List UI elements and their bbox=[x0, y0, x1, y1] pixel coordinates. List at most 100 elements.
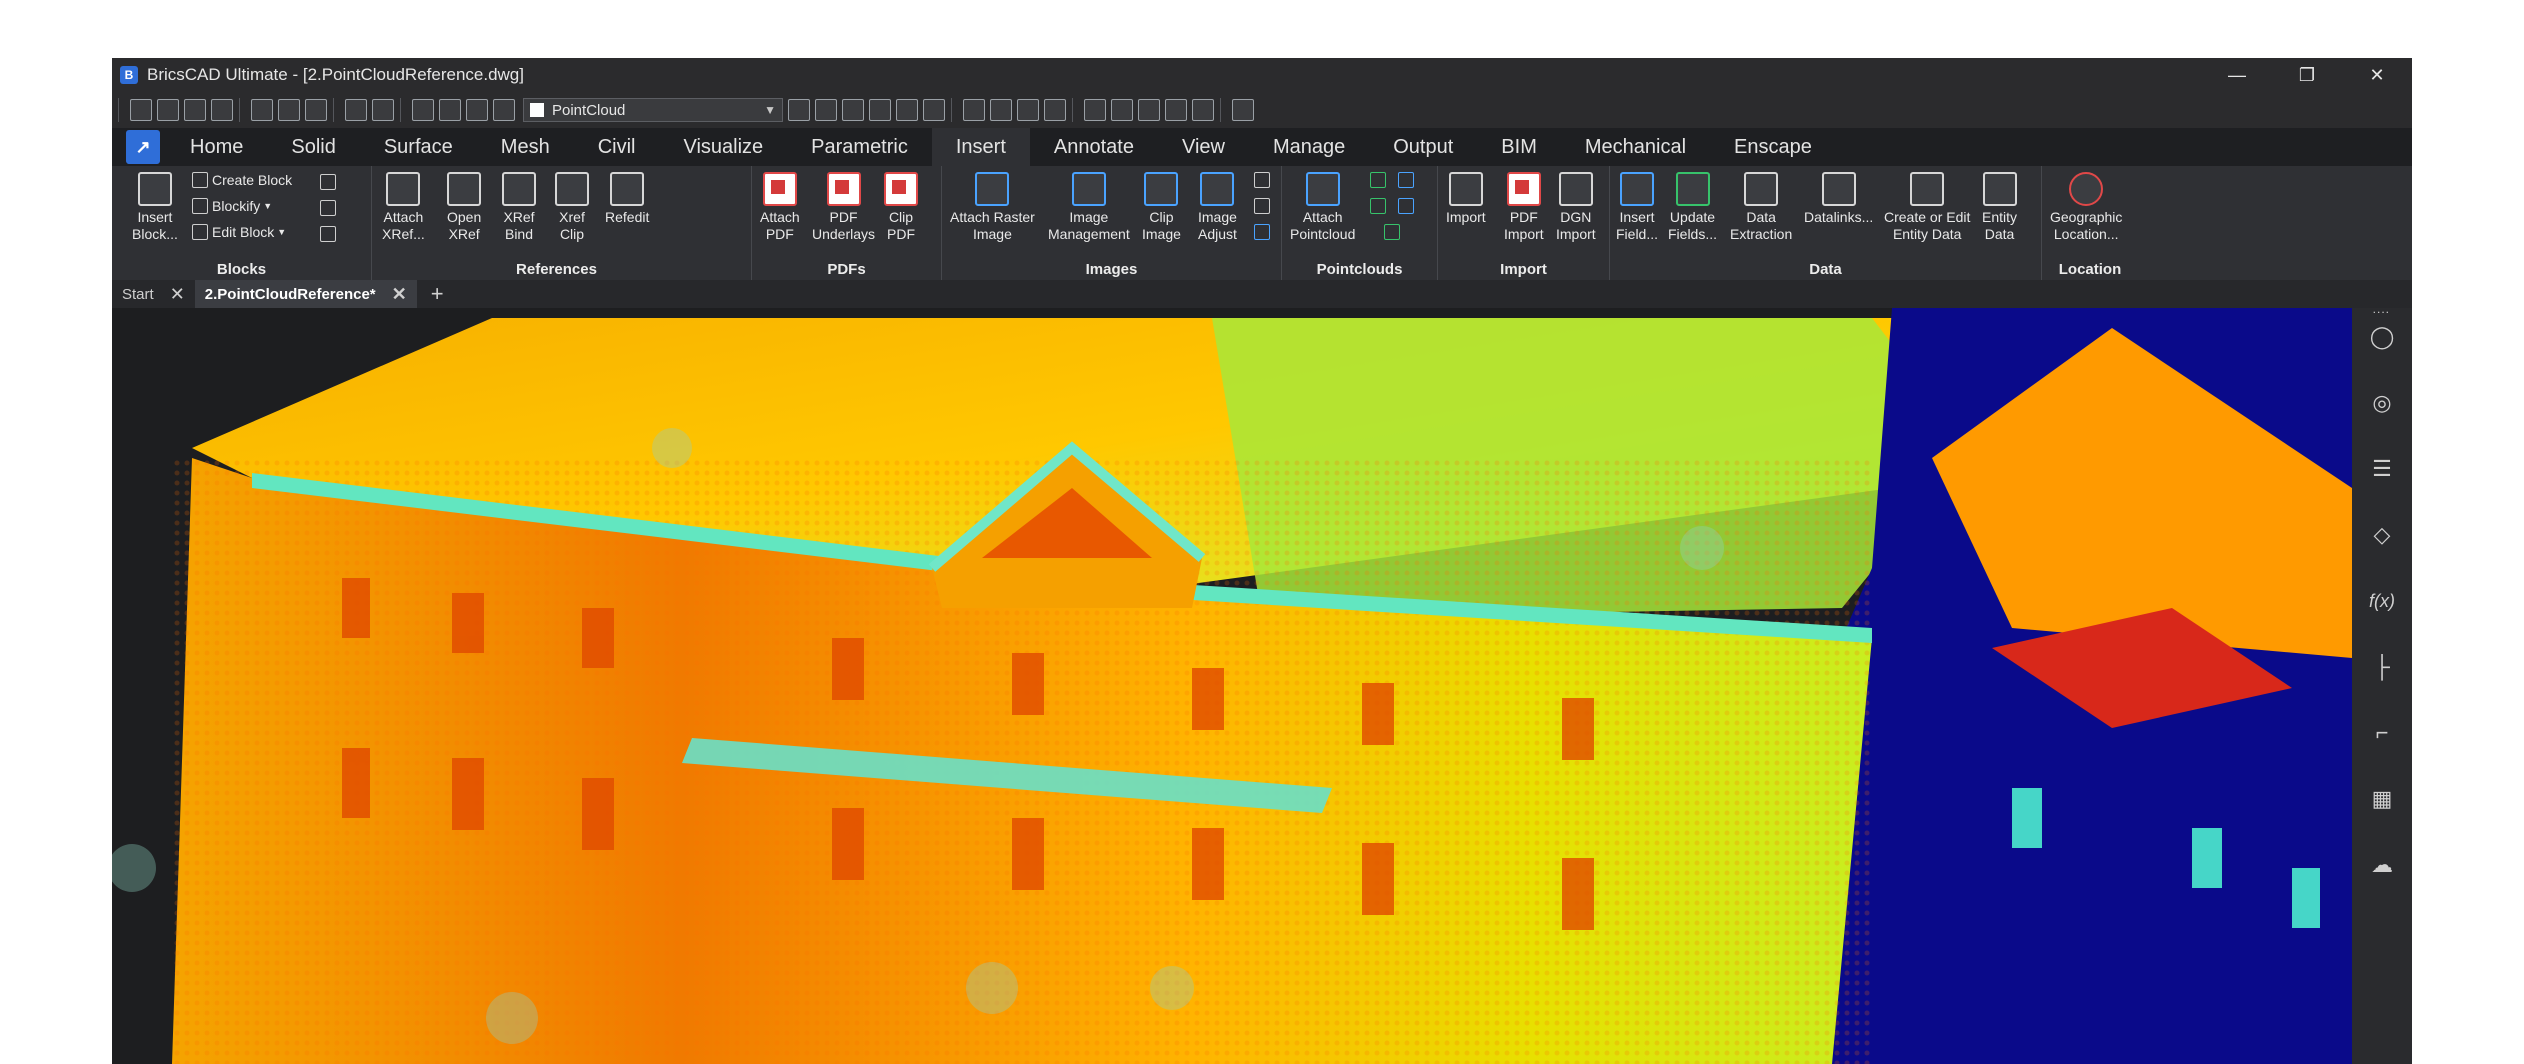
pointcloud-section-icon[interactable] bbox=[1398, 198, 1414, 214]
image-icon[interactable] bbox=[1192, 99, 1214, 121]
close-icon[interactable]: ✕ bbox=[170, 284, 185, 305]
attach-raster-image-button[interactable]: Attach Raster Image bbox=[950, 172, 1035, 243]
create-edit-entity-data-button[interactable]: Create or Edit Entity Data bbox=[1884, 172, 1970, 243]
sliders-icon[interactable]: ☰ bbox=[2369, 456, 2395, 482]
tab-manage[interactable]: Manage bbox=[1249, 128, 1369, 166]
drawing-viewport[interactable] bbox=[112, 308, 2352, 1064]
visual-style-icon[interactable] bbox=[1044, 99, 1066, 121]
tree-icon[interactable]: ├ bbox=[2369, 654, 2395, 680]
blockify-button[interactable]: Blockify ▼ bbox=[192, 198, 272, 214]
save-as-icon[interactable] bbox=[211, 99, 233, 121]
fx-icon[interactable]: f(x) bbox=[2369, 588, 2395, 614]
minimize-button[interactable]: — bbox=[2202, 58, 2272, 92]
properties-icon[interactable] bbox=[1084, 99, 1106, 121]
tab-solid[interactable]: Solid bbox=[267, 128, 359, 166]
insert-block-button[interactable]: Insert Block... bbox=[132, 172, 178, 243]
import-button[interactable]: Import bbox=[1446, 172, 1486, 226]
cube-icon[interactable] bbox=[963, 99, 985, 121]
image-quality-icon[interactable] bbox=[1254, 172, 1270, 188]
open-xref-button[interactable]: Open XRef bbox=[447, 172, 481, 243]
light-bulb-icon[interactable] bbox=[412, 99, 434, 121]
lightbulb-icon[interactable]: ◯ bbox=[2369, 324, 2395, 350]
restore-button[interactable]: ❐ bbox=[2272, 58, 2342, 92]
entity-data-button[interactable]: Entity Data bbox=[1982, 172, 2017, 243]
layers-icon[interactable]: ◇ bbox=[2369, 522, 2395, 548]
image-management-button[interactable]: Image Management bbox=[1048, 172, 1130, 243]
print-icon[interactable] bbox=[278, 99, 300, 121]
clip-image-button[interactable]: Clip Image bbox=[1142, 172, 1181, 243]
clip-pdf-button[interactable]: Clip PDF bbox=[884, 172, 918, 243]
open-file-icon[interactable] bbox=[157, 99, 179, 121]
tab-visualize[interactable]: Visualize bbox=[659, 128, 787, 166]
close-button[interactable]: ✕ bbox=[2342, 58, 2412, 92]
data-extraction-button[interactable]: Data Extraction bbox=[1730, 172, 1792, 243]
match-properties-icon[interactable] bbox=[788, 99, 810, 121]
redo-icon[interactable] bbox=[372, 99, 394, 121]
tab-parametric[interactable]: Parametric bbox=[787, 128, 932, 166]
xref-bind-button[interactable]: XRef Bind bbox=[502, 172, 536, 243]
tab-enscape[interactable]: Enscape bbox=[1710, 128, 1836, 166]
plot-icon[interactable] bbox=[305, 99, 327, 121]
image-transparency-icon[interactable] bbox=[1254, 198, 1270, 214]
tab-surface[interactable]: Surface bbox=[360, 128, 477, 166]
settings-icon[interactable] bbox=[1138, 99, 1160, 121]
insert-field-button[interactable]: Insert Field... bbox=[1616, 172, 1658, 243]
pointcloud-projection-icon[interactable] bbox=[1370, 198, 1386, 214]
hatch-icon[interactable]: ▦ bbox=[2369, 786, 2395, 812]
pointcloud-crop-icon[interactable] bbox=[1370, 172, 1386, 188]
tab-output[interactable]: Output bbox=[1369, 128, 1477, 166]
tab-civil[interactable]: Civil bbox=[574, 128, 660, 166]
save-icon[interactable] bbox=[184, 99, 206, 121]
new-file-icon[interactable] bbox=[130, 99, 152, 121]
attach-pdf-button[interactable]: Attach PDF bbox=[760, 172, 800, 243]
tab-view[interactable]: View bbox=[1158, 128, 1249, 166]
image-frame-icon[interactable] bbox=[1254, 224, 1270, 240]
cloud-upload-icon[interactable]: ☁ bbox=[2369, 852, 2395, 878]
help-icon[interactable] bbox=[1232, 99, 1254, 121]
create-block-button[interactable]: Create Block bbox=[192, 172, 292, 188]
close-icon[interactable]: ✕ bbox=[392, 284, 407, 305]
layer-print-icon[interactable] bbox=[493, 99, 515, 121]
tab-annotate[interactable]: Annotate bbox=[1030, 128, 1158, 166]
undo-icon[interactable] bbox=[345, 99, 367, 121]
image-adjust-button[interactable]: Image Adjust bbox=[1198, 172, 1237, 243]
dgn-import-button[interactable]: DGN Import bbox=[1556, 172, 1596, 243]
block-sync-icon[interactable] bbox=[320, 200, 336, 216]
application-menu-icon[interactable]: ↗ bbox=[126, 130, 160, 164]
paperclip-icon[interactable]: ⌐ bbox=[2369, 720, 2395, 746]
sun-icon[interactable] bbox=[439, 99, 461, 121]
attach-pointcloud-button[interactable]: Attach Pointcloud bbox=[1290, 172, 1355, 243]
xref-clip-button[interactable]: Xref Clip bbox=[555, 172, 589, 243]
block-attribute-icon[interactable] bbox=[320, 174, 336, 190]
block-extract-icon[interactable] bbox=[320, 226, 336, 242]
tab-mechanical[interactable]: Mechanical bbox=[1561, 128, 1710, 166]
select-similar-icon[interactable] bbox=[842, 99, 864, 121]
orbit-icon[interactable] bbox=[1017, 99, 1039, 121]
lock-layer-icon[interactable] bbox=[466, 99, 488, 121]
update-fields-button[interactable]: Update Fields... bbox=[1668, 172, 1717, 243]
refedit-button[interactable]: Refedit bbox=[605, 172, 649, 226]
layer-dropdown[interactable]: PointCloud ▼ bbox=[523, 98, 783, 122]
tab-home[interactable]: Home bbox=[166, 128, 267, 166]
clipboard-icon[interactable] bbox=[1165, 99, 1187, 121]
edit-block-button[interactable]: Edit Block ▼ bbox=[192, 224, 286, 240]
tab-bim[interactable]: BIM bbox=[1477, 128, 1561, 166]
tab-mesh[interactable]: Mesh bbox=[477, 128, 574, 166]
pointcloud-manager-icon[interactable] bbox=[1398, 172, 1414, 188]
datalinks-button[interactable]: Datalinks... bbox=[1804, 172, 1873, 226]
more-dots-icon[interactable]: .... bbox=[2373, 302, 2390, 316]
print-preview-icon[interactable] bbox=[251, 99, 273, 121]
pointcloud-colormap-icon[interactable] bbox=[1384, 224, 1400, 240]
eraser-icon[interactable] bbox=[1111, 99, 1133, 121]
pdf-underlays-button[interactable]: PDF Underlays bbox=[812, 172, 875, 243]
box-icon[interactable] bbox=[990, 99, 1012, 121]
tab-insert[interactable]: Insert bbox=[931, 128, 1030, 166]
selection-cycling-icon[interactable] bbox=[923, 99, 945, 121]
attach-xref-button[interactable]: Attach XRef... bbox=[382, 172, 425, 243]
tab-pointcloud-reference[interactable]: 2.PointCloudReference* ✕ bbox=[194, 280, 417, 308]
pdf-import-button[interactable]: PDF Import bbox=[1504, 172, 1544, 243]
balloon-icon[interactable]: ◎ bbox=[2369, 390, 2395, 416]
geographic-location-button[interactable]: Geographic Location... bbox=[2050, 172, 2122, 243]
tab-start[interactable]: Start ✕ bbox=[112, 280, 195, 308]
select-filter-icon[interactable] bbox=[869, 99, 891, 121]
